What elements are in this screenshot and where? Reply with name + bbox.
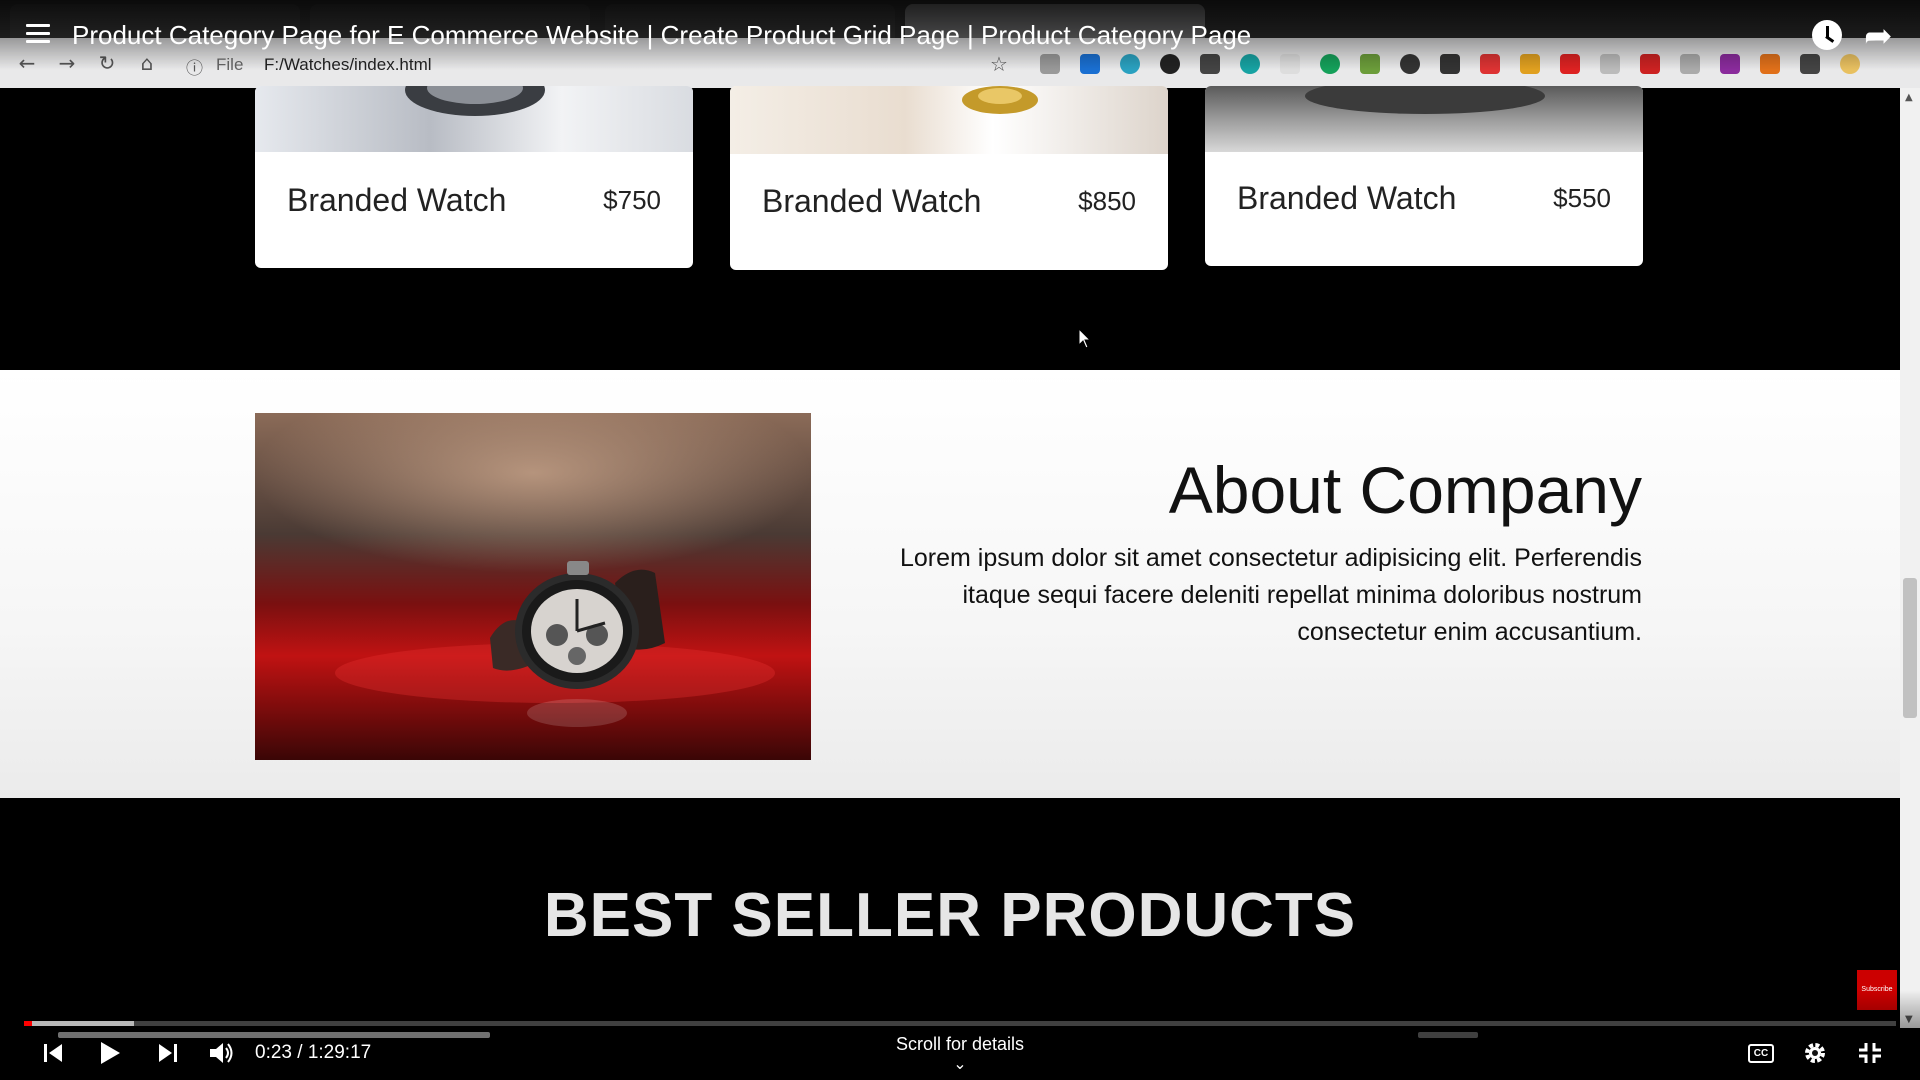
product-card[interactable]: Branded Watch $850: [730, 86, 1168, 270]
exit-fullscreen-icon[interactable]: [1858, 1042, 1882, 1064]
watch-image: [405, 86, 545, 116]
product-image: [1205, 86, 1643, 152]
video-frame: ← → ↻ ⌂ ⓘ File F:/Watches/index.html ☆ B…: [0, 0, 1920, 1080]
product-name: Branded Watch: [762, 183, 982, 219]
share-icon[interactable]: ➦: [1864, 16, 1893, 56]
scroll-for-details[interactable]: Scroll for details: [0, 1034, 1920, 1055]
progress-bar[interactable]: [24, 1021, 1896, 1026]
best-seller-title: BEST SELLER PRODUCTS: [543, 881, 1357, 950]
about-image: [255, 413, 811, 760]
about-text: Lorem ipsum dolor sit amet consectetur a…: [899, 544, 1642, 646]
page-scrollbar[interactable]: [1900, 88, 1920, 1028]
product-grid-section: Branded Watch $750 Branded Watch $850 Br…: [0, 86, 1900, 370]
scroll-up-arrow[interactable]: ▲: [1905, 92, 1913, 103]
about-title: About Company: [1168, 453, 1642, 527]
menu-icon[interactable]: [26, 24, 50, 48]
settings-icon[interactable]: [1802, 1040, 1828, 1066]
product-price: $850: [1078, 186, 1136, 216]
watch-image: [1305, 86, 1545, 114]
video-title[interactable]: Product Category Page for E Commerce Web…: [72, 20, 1251, 51]
product-card[interactable]: Branded Watch $750: [255, 86, 693, 268]
watch-photo: [255, 413, 811, 760]
page-scrollbar-thumb[interactable]: [1903, 578, 1917, 718]
watch-later-icon[interactable]: [1812, 20, 1842, 50]
progress-played: [24, 1021, 32, 1026]
product-name: Branded Watch: [287, 182, 507, 218]
product-card[interactable]: Branded Watch $550: [1205, 86, 1643, 266]
mouse-cursor-icon: [1078, 328, 1092, 349]
chevron-down-icon[interactable]: ⌄: [0, 1054, 1920, 1073]
product-image: [730, 86, 1168, 154]
product-image: [255, 86, 693, 152]
watch-image: [962, 86, 1038, 114]
about-section: About Company Lorem ipsum dolor sit amet…: [0, 370, 1900, 798]
product-price: $750: [603, 185, 661, 215]
product-price: $550: [1553, 183, 1611, 213]
captions-icon[interactable]: CC: [1748, 1044, 1774, 1063]
progress-buffered: [24, 1021, 134, 1026]
product-name: Branded Watch: [1237, 180, 1457, 216]
